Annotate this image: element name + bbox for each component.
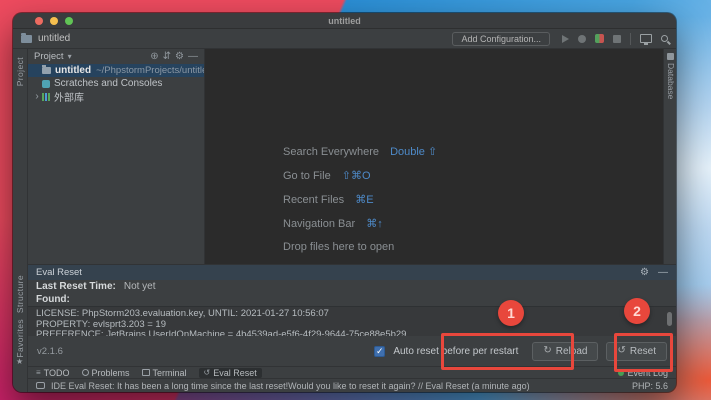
todo-icon: ≡ [36, 367, 41, 377]
toolbar-divider [630, 32, 631, 45]
toolbar-project-name[interactable]: untitled [38, 33, 70, 44]
tool-tab-favorites[interactable]: Favorites [15, 319, 25, 358]
stop-icon[interactable] [613, 34, 621, 43]
found-entries-list[interactable]: LICENSE: PhpStorm203.evaluation.key, UNT… [28, 306, 676, 336]
auto-reset-checkbox[interactable]: ✓ [374, 345, 386, 357]
search-everywhere-icon[interactable] [661, 35, 668, 42]
tool-tab-database[interactable]: Database [666, 63, 676, 99]
tree-row-untitled[interactable]: untitled ~/PhpstormProjects/untitled [28, 64, 204, 77]
eval-reset-title: Eval Reset [36, 267, 82, 278]
maximize-window-button[interactable] [65, 17, 73, 25]
chevron-down-icon[interactable]: ▾ [68, 52, 72, 61]
tab-terminal-label: Terminal [152, 367, 187, 378]
phpstorm-window: untitled untitled Add Configuration... P… [13, 13, 676, 392]
tree-row-external-libraries[interactable]: › 外部库 [28, 90, 204, 103]
drop-files-hint: Drop files here to open [283, 241, 395, 253]
close-window-button[interactable] [35, 17, 43, 25]
shortcut-keys: Double ⇧ [390, 146, 438, 158]
tab-eval-reset[interactable]: ↺ Eval Reset [198, 367, 262, 378]
last-reset-value: Not yet [123, 281, 156, 292]
eval-reset-header: Eval Reset ⚙ — [28, 265, 676, 280]
expand-collapse-icon[interactable]: ⇵ [163, 51, 171, 62]
license-entry: LICENSE: PhpStorm203.evaluation.key, UNT… [36, 308, 329, 319]
annotation-box-reset [614, 333, 673, 372]
project-panel: Project ▾ ⊕ ⇵ ⚙ — untitled ~/PhpstormPro… [28, 49, 205, 264]
minimize-window-button[interactable] [50, 17, 58, 25]
annotation-box-checkbox [441, 333, 574, 370]
shortcut-keys: ⌘↑ [366, 218, 383, 230]
run-icon[interactable] [562, 34, 569, 43]
gear-icon[interactable]: ⚙ [640, 267, 649, 278]
project-panel-header: Project ▾ ⊕ ⇵ ⚙ — [28, 49, 204, 64]
run-toolbar-icons [562, 32, 668, 45]
editor-shortcut-hints: Search Everywhere Double ⇧ Go to File ⇧⌘… [283, 145, 437, 264]
shortcut-label: Navigation Bar [283, 218, 356, 230]
terminal-icon [141, 369, 150, 376]
hide-panel-icon[interactable]: — [188, 51, 198, 62]
locate-icon[interactable]: ⊕ [150, 51, 158, 62]
tree-item-name: untitled [55, 65, 92, 76]
left-tool-strip: Project Structure Favorites ★ [13, 49, 28, 392]
tree-item-name: 外部库 [54, 93, 84, 103]
found-row: Found: [28, 293, 676, 306]
library-icon [42, 92, 50, 101]
screen-icon[interactable] [640, 34, 652, 45]
tab-problems-label: Problems [91, 367, 130, 378]
tab-todo-label: TODO [43, 367, 70, 378]
tree-item-name: Scratches and Consoles [54, 78, 163, 89]
message-bubble-icon[interactable] [36, 382, 45, 389]
hide-panel-icon[interactable]: — [658, 267, 668, 278]
eval-reset-panel: Eval Reset ⚙ — Last Reset Time: Not yet … [28, 264, 676, 366]
tree-item-path: ~/PhpstormProjects/untitled [96, 65, 204, 76]
editor-area: Search Everywhere Double ⇧ Go to File ⇧⌘… [205, 49, 663, 264]
last-reset-time-row: Last Reset Time: Not yet [28, 280, 676, 293]
problems-icon [81, 369, 89, 376]
gear-icon[interactable]: ⚙ [175, 51, 184, 62]
tab-terminal[interactable]: Terminal [141, 367, 187, 378]
status-message[interactable]: IDE Eval Reset: It has been a long time … [51, 381, 626, 391]
window-title: untitled [328, 15, 361, 26]
plugin-version: v2.1.6 [37, 345, 63, 357]
php-version-indicator[interactable]: PHP: 5.6 [632, 381, 668, 391]
profiler-icon[interactable] [595, 34, 604, 43]
tool-tab-structure[interactable]: Structure [15, 275, 25, 313]
found-label: Found: [36, 294, 70, 305]
shortcut-keys: ⇧⌘O [341, 170, 371, 182]
favorites-star-icon[interactable]: ★ [16, 357, 23, 366]
annotation-step2-badge: 2 [624, 298, 650, 324]
project-folder-icon [21, 32, 32, 43]
scrollbar-thumb[interactable] [667, 312, 672, 326]
database-icon [667, 53, 674, 60]
titlebar: untitled [13, 13, 676, 29]
tab-problems[interactable]: Problems [81, 367, 130, 378]
shortcut-label: Recent Files [283, 194, 345, 206]
shortcut-keys: ⌘E [355, 194, 374, 206]
tool-tab-project[interactable]: Project [15, 57, 25, 86]
debug-icon[interactable] [578, 34, 586, 43]
shortcut-label: Go to File [283, 170, 331, 182]
shortcut-label: Search Everywhere [283, 146, 379, 158]
tree-row-scratches[interactable]: Scratches and Consoles [28, 77, 204, 90]
tab-eval-reset-label: Eval Reset [213, 367, 257, 378]
scratches-icon [42, 79, 50, 88]
traffic-lights [35, 17, 73, 25]
status-bar: IDE Eval Reset: It has been a long time … [28, 378, 676, 392]
main-toolbar: untitled Add Configuration... [13, 29, 676, 49]
folder-icon [42, 65, 51, 74]
last-reset-label: Last Reset Time: [36, 281, 116, 292]
chevron-right-icon[interactable]: › [32, 91, 42, 102]
tab-todo[interactable]: ≡ TODO [36, 368, 70, 378]
bottom-tool-tabs: ≡ TODO Problems Terminal ↺ Eval Reset Ev… [28, 366, 676, 378]
project-panel-title[interactable]: Project [34, 51, 64, 62]
add-configuration-button[interactable]: Add Configuration... [452, 31, 550, 46]
undo-icon: ↺ [203, 367, 211, 377]
eval-reset-footer: v2.1.6 ✓ Auto reset before per restart ↻… [28, 336, 676, 366]
right-tool-strip: Database [663, 49, 676, 264]
annotation-step1-badge: 1 [498, 300, 524, 326]
